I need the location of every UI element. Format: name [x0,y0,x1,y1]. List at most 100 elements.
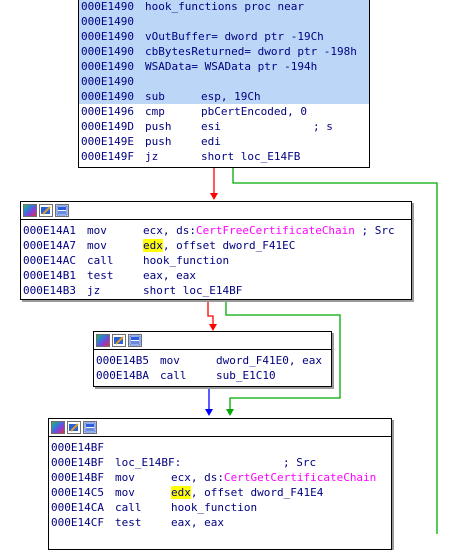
operand[interactable]: edx, offset dword_F41E4 [171,485,323,500]
mnemonic[interactable]: mov [115,485,135,500]
rename-pencil-icon[interactable] [39,204,53,217]
address[interactable]: 000E14B5 [96,353,149,368]
operand-text[interactable]: sub_E1C10 [216,369,276,382]
address[interactable]: 000E149D [81,119,134,134]
address[interactable]: 000E14BF [51,440,104,455]
mnemonic[interactable]: jz [145,149,158,164]
mnemonic[interactable]: cmp [145,104,165,119]
graph-overview-icon[interactable] [83,421,97,434]
comment[interactable]: ; Src [355,224,395,237]
operand[interactable]: short loc_E14FB [201,149,300,164]
operand-text[interactable]: esp, 19Ch [201,90,261,103]
mnemonic[interactable]: cbBytesReturned= dword ptr -198h [145,44,357,59]
mnemonic[interactable]: WSAData= WSAData ptr -194h [145,59,317,74]
mnemonic[interactable]: test [87,268,114,283]
mnemonic[interactable]: mov [87,223,107,238]
code-line[interactable]: 000E14C5 mov edx, offset dword_F41E4 [49,485,391,500]
mnemonic[interactable]: vOutBuffer= dword ptr -19Ch [145,29,324,44]
code-line[interactable]: 000E149E push edi [79,134,369,149]
operand[interactable]: esp, 19Ch [201,89,261,104]
address[interactable]: 000E14AC [23,253,76,268]
address[interactable]: 000E1490 [81,89,134,104]
operand-text[interactable]: short loc_E14BF [143,284,242,297]
mnemonic[interactable]: call [115,500,142,515]
code-line[interactable]: 000E14BA call sub_E1C10 [94,368,331,383]
code-block-hook-functions[interactable]: 000E1490 hook_functions proc near 000E1490… [78,0,370,168]
mnemonic[interactable]: hook_functions proc near [145,0,304,14]
code-line[interactable]: 000E1496 cmp pbCertEncoded, 0 [79,104,369,119]
code-line[interactable]: 000E149D push esi ; s [79,119,369,134]
code-block-e14a1[interactable]: 000E14A1 mov ecx, ds:CertFreeCertificateCh… [20,201,412,300]
register-highlight[interactable]: edx [171,486,191,499]
address[interactable]: 000E1490 [81,0,134,14]
code-line[interactable]: 000E14B5 mov dword_F41E0, eax [94,353,331,368]
code-line[interactable]: 000E14BF loc_E14BF: ; Src [49,455,391,470]
code-line[interactable]: 000E1490 [79,74,369,89]
code-line[interactable]: 000E149F jz short loc_E14FB [79,149,369,164]
mnemonic[interactable]: mov [87,238,107,253]
operand[interactable]: esi [201,119,221,134]
api-function-name[interactable]: CertGetCertificateChain [224,471,376,484]
address[interactable]: 000E1490 [81,14,134,29]
mnemonic[interactable]: push [145,134,172,149]
code-line[interactable]: 000E14A1 mov ecx, ds:CertFreeCertificateCh… [21,223,411,238]
operand[interactable]: sub_E1C10 [216,368,276,383]
operand-prefix[interactable]: ecx, ds: [143,224,196,237]
mnemonic[interactable]: call [160,368,187,383]
code-line[interactable]: 000E1490 [79,14,369,29]
address[interactable]: 000E1496 [81,104,134,119]
code-line[interactable]: 000E14A7 mov edx, offset dword_F41EC [21,238,411,253]
api-function-name[interactable]: CertFreeCertificateChain [196,224,355,237]
code-block-e14b5[interactable]: 000E14B5 mov dword_F41E0, eax 000E14BA call s… [93,331,332,387]
operand-text[interactable]: , offset dword_F41E4 [191,486,323,499]
code-line[interactable]: 000E14B3 jz short loc_E14BF [21,283,411,298]
operand-text[interactable]: eax, eax [143,269,196,282]
mnemonic[interactable]: push [145,119,172,134]
address[interactable]: 000E1490 [81,44,134,59]
operand-text[interactable]: edi [201,135,221,148]
operand-text[interactable]: hook_function [143,254,229,267]
operand[interactable]: edi [201,134,221,149]
address[interactable]: 000E1490 [81,59,134,74]
code-line[interactable]: 000E1490 cbBytesReturned= dword ptr -198h [79,44,369,59]
code-line[interactable]: 000E1490 vOutBuffer= dword ptr -19Ch [79,29,369,44]
rename-pencil-icon[interactable] [112,334,126,347]
graph-overview-icon[interactable] [55,204,69,217]
graph-overview-icon[interactable] [128,334,142,347]
operand[interactable]: hook_function [143,253,229,268]
mnemonic[interactable]: mov [115,470,135,485]
operand[interactable]: eax, eax [171,515,224,530]
mnemonic[interactable]: loc_E14BF: [115,455,181,470]
operand-text[interactable]: short loc_E14FB [201,150,300,163]
address[interactable]: 000E14A1 [23,223,76,238]
address[interactable]: 000E14BF [51,470,104,485]
operand-text[interactable]: , offset dword_F41EC [163,239,295,252]
operand-text[interactable]: hook_function [171,501,257,514]
address[interactable]: 000E14BA [96,368,149,383]
mnemonic[interactable]: call [87,253,114,268]
address[interactable]: 000E14B1 [23,268,76,283]
comment[interactable]: ; Src [283,455,316,470]
operand-text[interactable]: esi [201,120,221,133]
address[interactable]: 000E14BF [51,455,104,470]
color-palette-icon[interactable] [51,421,65,434]
rename-pencil-icon[interactable] [67,421,81,434]
code-block-loc-e14bf[interactable]: 000E14BF 000E14BF loc_E14BF:; Src 000E14BF m… [48,418,392,550]
color-palette-icon[interactable] [23,204,37,217]
operand-text[interactable]: dword_F41E0, eax [216,354,322,367]
address[interactable]: 000E14CF [51,515,104,530]
address[interactable]: 000E14C5 [51,485,104,500]
code-line[interactable]: 000E14BF mov ecx, ds:CertGetCertificateCha… [49,470,391,485]
operand[interactable]: ecx, ds:CertGetCertificateChain [171,470,376,485]
code-line[interactable]: 000E1490 sub esp, 19Ch [79,89,369,104]
address[interactable]: 000E149E [81,134,134,149]
operand-prefix[interactable]: ecx, ds: [171,471,224,484]
mnemonic[interactable]: sub [145,89,165,104]
address[interactable]: 000E1490 [81,74,134,89]
code-line[interactable]: 000E14CF test eax, eax [49,515,391,530]
code-line[interactable]: 000E14BF [49,440,391,455]
operand-text[interactable]: pbCertEncoded, 0 [201,105,307,118]
code-line[interactable]: 000E1490 hook_functions proc near [79,0,369,14]
register-highlight[interactable]: edx [143,239,163,252]
mnemonic[interactable]: mov [160,353,180,368]
